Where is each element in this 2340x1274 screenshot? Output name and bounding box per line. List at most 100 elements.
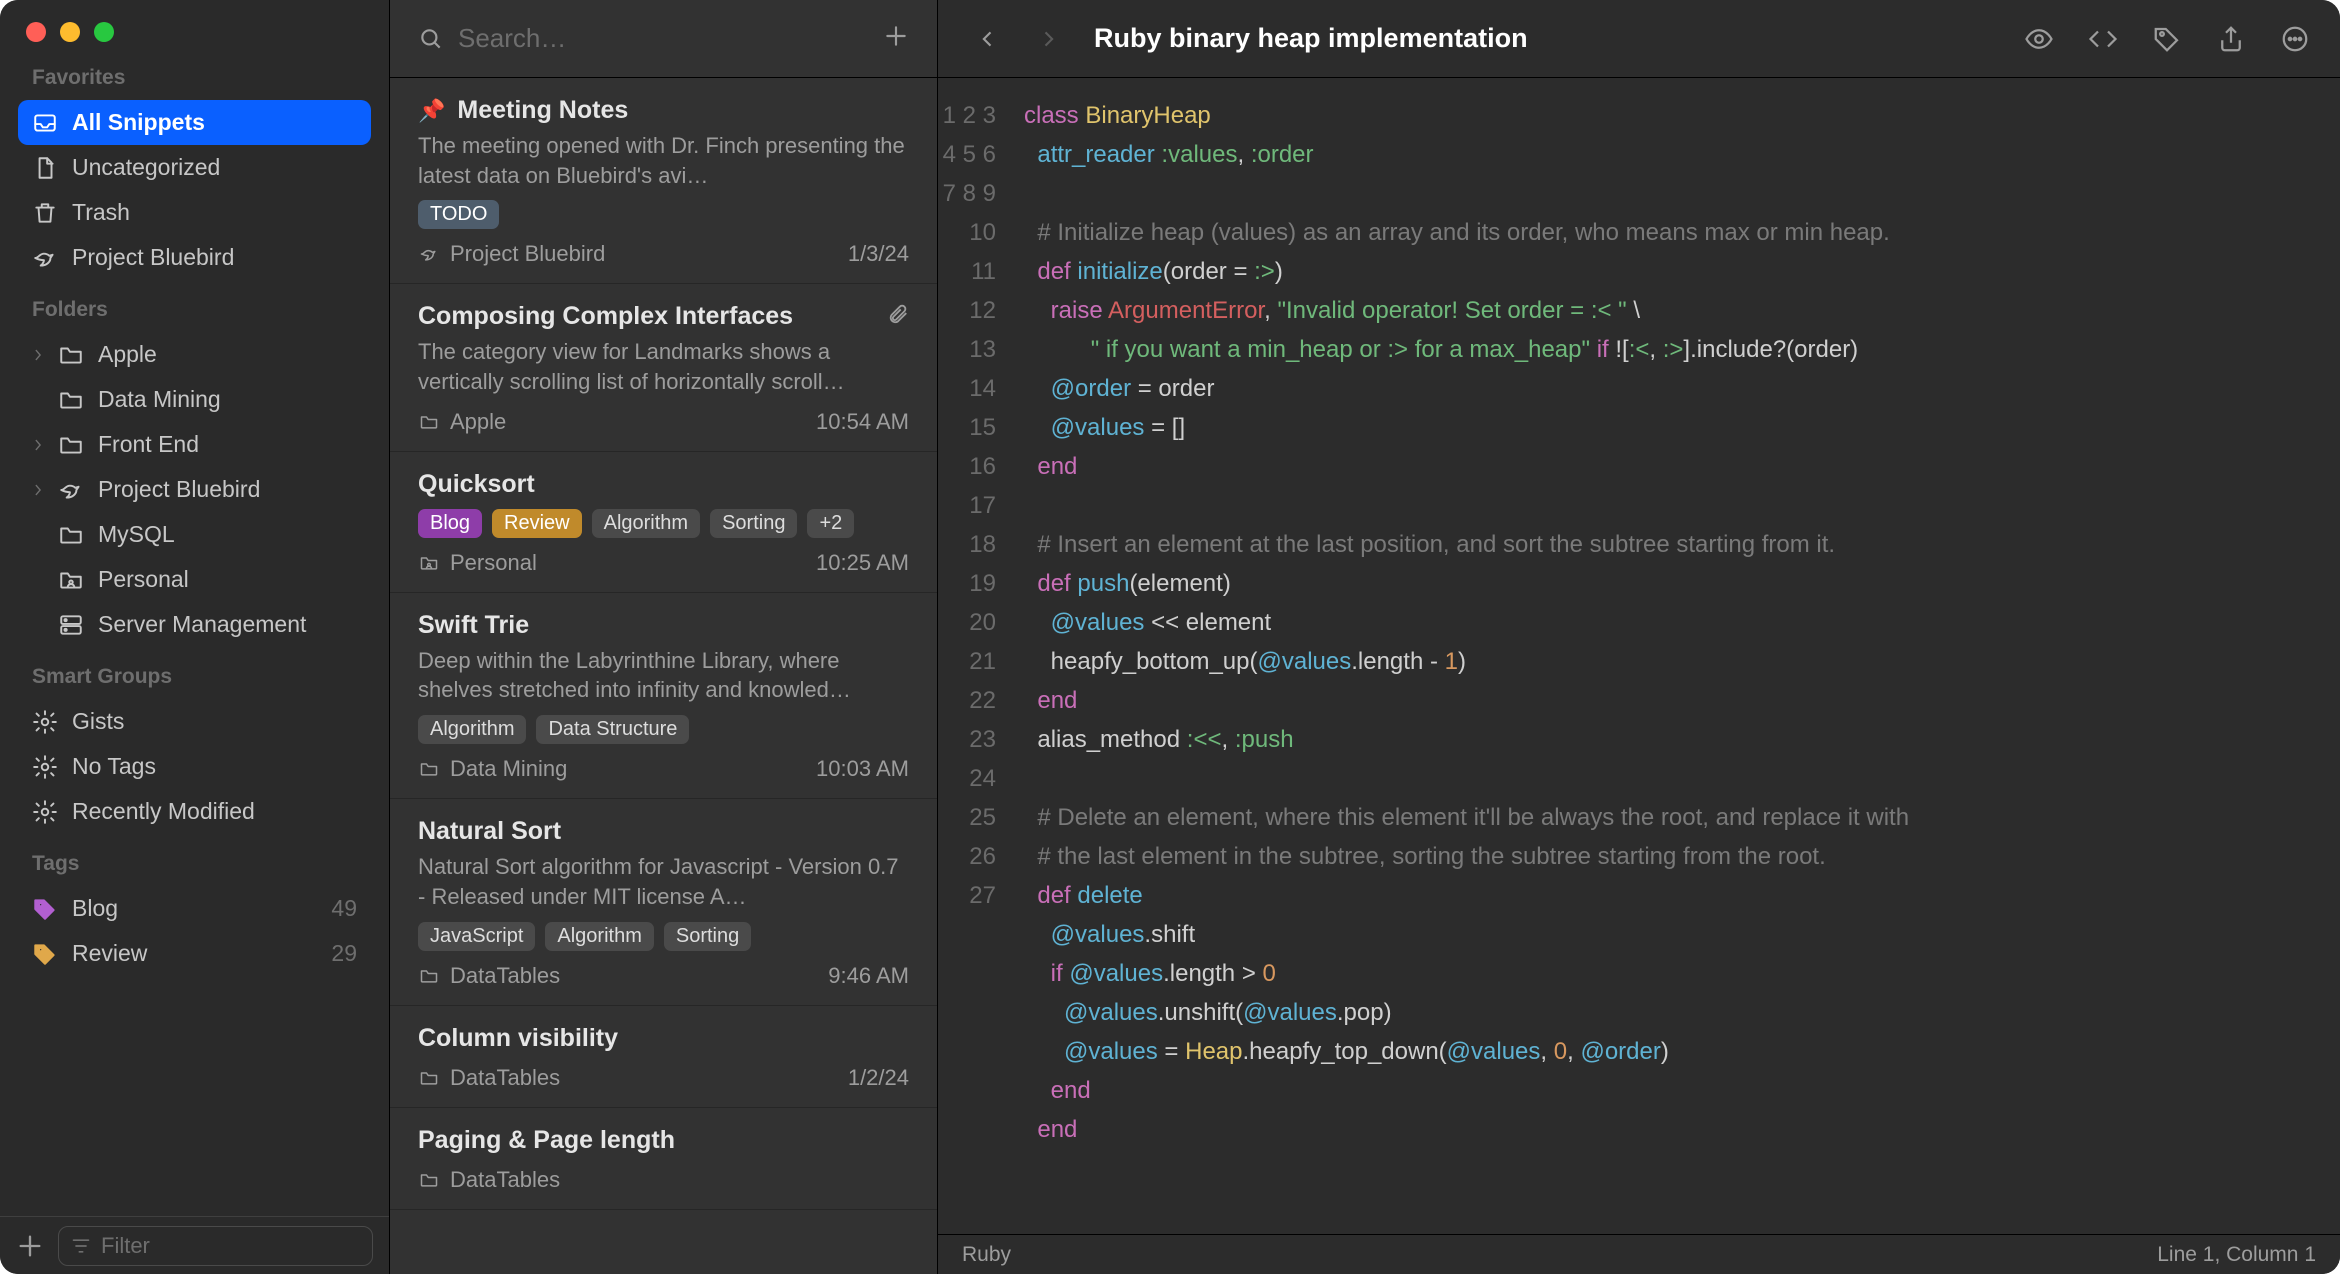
app-window: Favorites All Snippets Uncategorized Trash… [0, 0, 2340, 1274]
folder-icon [58, 432, 84, 458]
sidebar-item-front-end[interactable]: Front End [18, 422, 371, 467]
sidebar-item-label: Uncategorized [72, 154, 220, 181]
list-item-title: Quicksort [418, 470, 535, 499]
share-icon[interactable] [2216, 24, 2246, 54]
code-editor[interactable]: 1 2 3 4 5 6 7 8 9 10 11 12 13 14 15 16 1… [938, 78, 2340, 1234]
list-item-time: 10:03 AM [816, 756, 909, 782]
list-item[interactable]: Swift TrieDeep within the Labyrinthine L… [390, 593, 937, 799]
list-item-title: Natural Sort [418, 817, 561, 846]
sidebar-item-uncategorized[interactable]: Uncategorized [18, 145, 371, 190]
sidebar-footer: Filter [0, 1216, 389, 1274]
tag-chip[interactable]: Review [492, 509, 582, 538]
sidebar-item-data-mining[interactable]: Data Mining [18, 377, 371, 422]
status-language[interactable]: Ruby [962, 1243, 1011, 1267]
chevron-right-icon[interactable] [32, 483, 44, 497]
list-item-excerpt: The category view for Landmarks shows a … [418, 337, 909, 396]
tag-icon[interactable] [2152, 24, 2182, 54]
maximize-window-button[interactable] [94, 22, 114, 42]
tag-chip[interactable]: Blog [418, 509, 482, 538]
tag-chip[interactable]: Sorting [710, 509, 797, 538]
sidebar-item-recently-modified[interactable]: Recently Modified [18, 789, 371, 834]
sidebar-item-label: Server Management [98, 611, 306, 638]
editor-title: Ruby binary heap implementation [1094, 23, 1528, 54]
tag-chip[interactable]: TODO [418, 200, 499, 229]
minimize-window-button[interactable] [60, 22, 80, 42]
snippet-list-scroll[interactable]: 📌Meeting NotesThe meeting opened with Dr… [390, 78, 937, 1274]
tag-chip[interactable]: Data Structure [536, 715, 689, 744]
status-bar: Ruby Line 1, Column 1 [938, 1234, 2340, 1274]
sidebar-item-apple[interactable]: Apple [18, 332, 371, 377]
pin-icon: 📌 [418, 98, 445, 124]
list-item[interactable]: QuicksortBlogReviewAlgorithmSorting+2Per… [390, 452, 937, 593]
tag-chip[interactable]: +2 [807, 509, 854, 538]
more-icon[interactable] [2280, 24, 2310, 54]
trash-icon [32, 200, 58, 226]
list-item-title: Composing Complex Interfaces [418, 302, 793, 331]
editor-header: Ruby binary heap implementation [938, 0, 2340, 78]
editor-toolbar [2024, 24, 2310, 54]
list-item-time: 10:25 AM [816, 550, 909, 576]
gear-icon [32, 709, 58, 735]
list-item[interactable]: Natural SortNatural Sort algorithm for J… [390, 799, 937, 1005]
sidebar-item-project-bluebird[interactable]: Project Bluebird [18, 235, 371, 280]
search-input[interactable]: Search… [418, 23, 865, 54]
list-item-title: Meeting Notes [457, 96, 628, 125]
list-item[interactable]: Paging & Page lengthDataTables [390, 1108, 937, 1210]
sidebar-item-blog[interactable]: Blog49 [18, 886, 371, 931]
list-item[interactable]: Composing Complex Interfaces The category… [390, 284, 937, 451]
sidebar-item-label: No Tags [72, 753, 156, 780]
tray-icon [32, 110, 58, 136]
bird-icon [58, 477, 84, 503]
list-item-time: 10:54 AM [816, 409, 909, 435]
editor-pane: Ruby binary heap implementation 1 2 3 4 … [938, 0, 2340, 1274]
sidebar-item-server-management[interactable]: Server Management [18, 602, 371, 647]
sidebar-section-tags: Tags [18, 834, 371, 886]
list-item[interactable]: 📌Meeting NotesThe meeting opened with Dr… [390, 78, 937, 284]
sidebar-item-label: Blog [72, 895, 118, 922]
sidebar-item-label: Project Bluebird [98, 476, 260, 503]
back-button[interactable] [968, 25, 1008, 53]
sidebar-item-label: Review [72, 940, 147, 967]
close-window-button[interactable] [26, 22, 46, 42]
sidebar-item-label: Gists [72, 708, 124, 735]
list-header: Search… [390, 0, 937, 78]
sidebar-item-gists[interactable]: Gists [18, 699, 371, 744]
forward-button[interactable] [1028, 25, 1068, 53]
sidebar-item-all-snippets[interactable]: All Snippets [18, 100, 371, 145]
filter-input[interactable]: Filter [58, 1226, 373, 1266]
chevron-right-icon[interactable] [32, 348, 44, 362]
code-icon[interactable] [2088, 24, 2118, 54]
filter-placeholder: Filter [101, 1233, 150, 1259]
sidebar-item-trash[interactable]: Trash [18, 190, 371, 235]
tag-icon [32, 896, 58, 922]
tag-chip[interactable]: Sorting [664, 922, 751, 951]
tag-chip[interactable]: Algorithm [592, 509, 700, 538]
add-button[interactable] [16, 1232, 44, 1260]
sidebar-item-project-bluebird[interactable]: Project Bluebird [18, 467, 371, 512]
sidebar-section-smart: Smart Groups [18, 647, 371, 699]
tag-chip[interactable]: JavaScript [418, 922, 535, 951]
code-content[interactable]: class BinaryHeap attr_reader :values, :o… [1010, 78, 2340, 1234]
folder-icon [58, 522, 84, 548]
tag-chip[interactable]: Algorithm [545, 922, 653, 951]
chevron-right-icon[interactable] [32, 438, 44, 452]
search-placeholder: Search… [458, 23, 566, 54]
sidebar-section-favorites: Favorites [18, 66, 371, 100]
preview-icon[interactable] [2024, 24, 2054, 54]
tag-chip[interactable]: Algorithm [418, 715, 526, 744]
sidebar: Favorites All Snippets Uncategorized Trash… [0, 0, 390, 1274]
new-snippet-button[interactable] [883, 23, 909, 55]
list-item-folder: Apple [418, 409, 506, 435]
sidebar-item-personal[interactable]: Personal [18, 557, 371, 602]
list-item-folder: Data Mining [418, 756, 567, 782]
list-item-tags: JavaScript Algorithm Sorting [418, 922, 909, 951]
list-item-tags: Blog Review Algorithm Sorting +2 [418, 509, 909, 538]
sidebar-item-review[interactable]: Review29 [18, 931, 371, 976]
bird-icon [32, 245, 58, 271]
sidebar-item-mysql[interactable]: MySQL [18, 512, 371, 557]
sidebar-item-no-tags[interactable]: No Tags [18, 744, 371, 789]
list-item[interactable]: Column visibilityDataTables1/2/24 [390, 1006, 937, 1108]
list-item-tags: Algorithm Data Structure [418, 715, 909, 744]
list-item-folder: DataTables [418, 1065, 560, 1091]
list-item-time: 9:46 AM [828, 963, 909, 989]
